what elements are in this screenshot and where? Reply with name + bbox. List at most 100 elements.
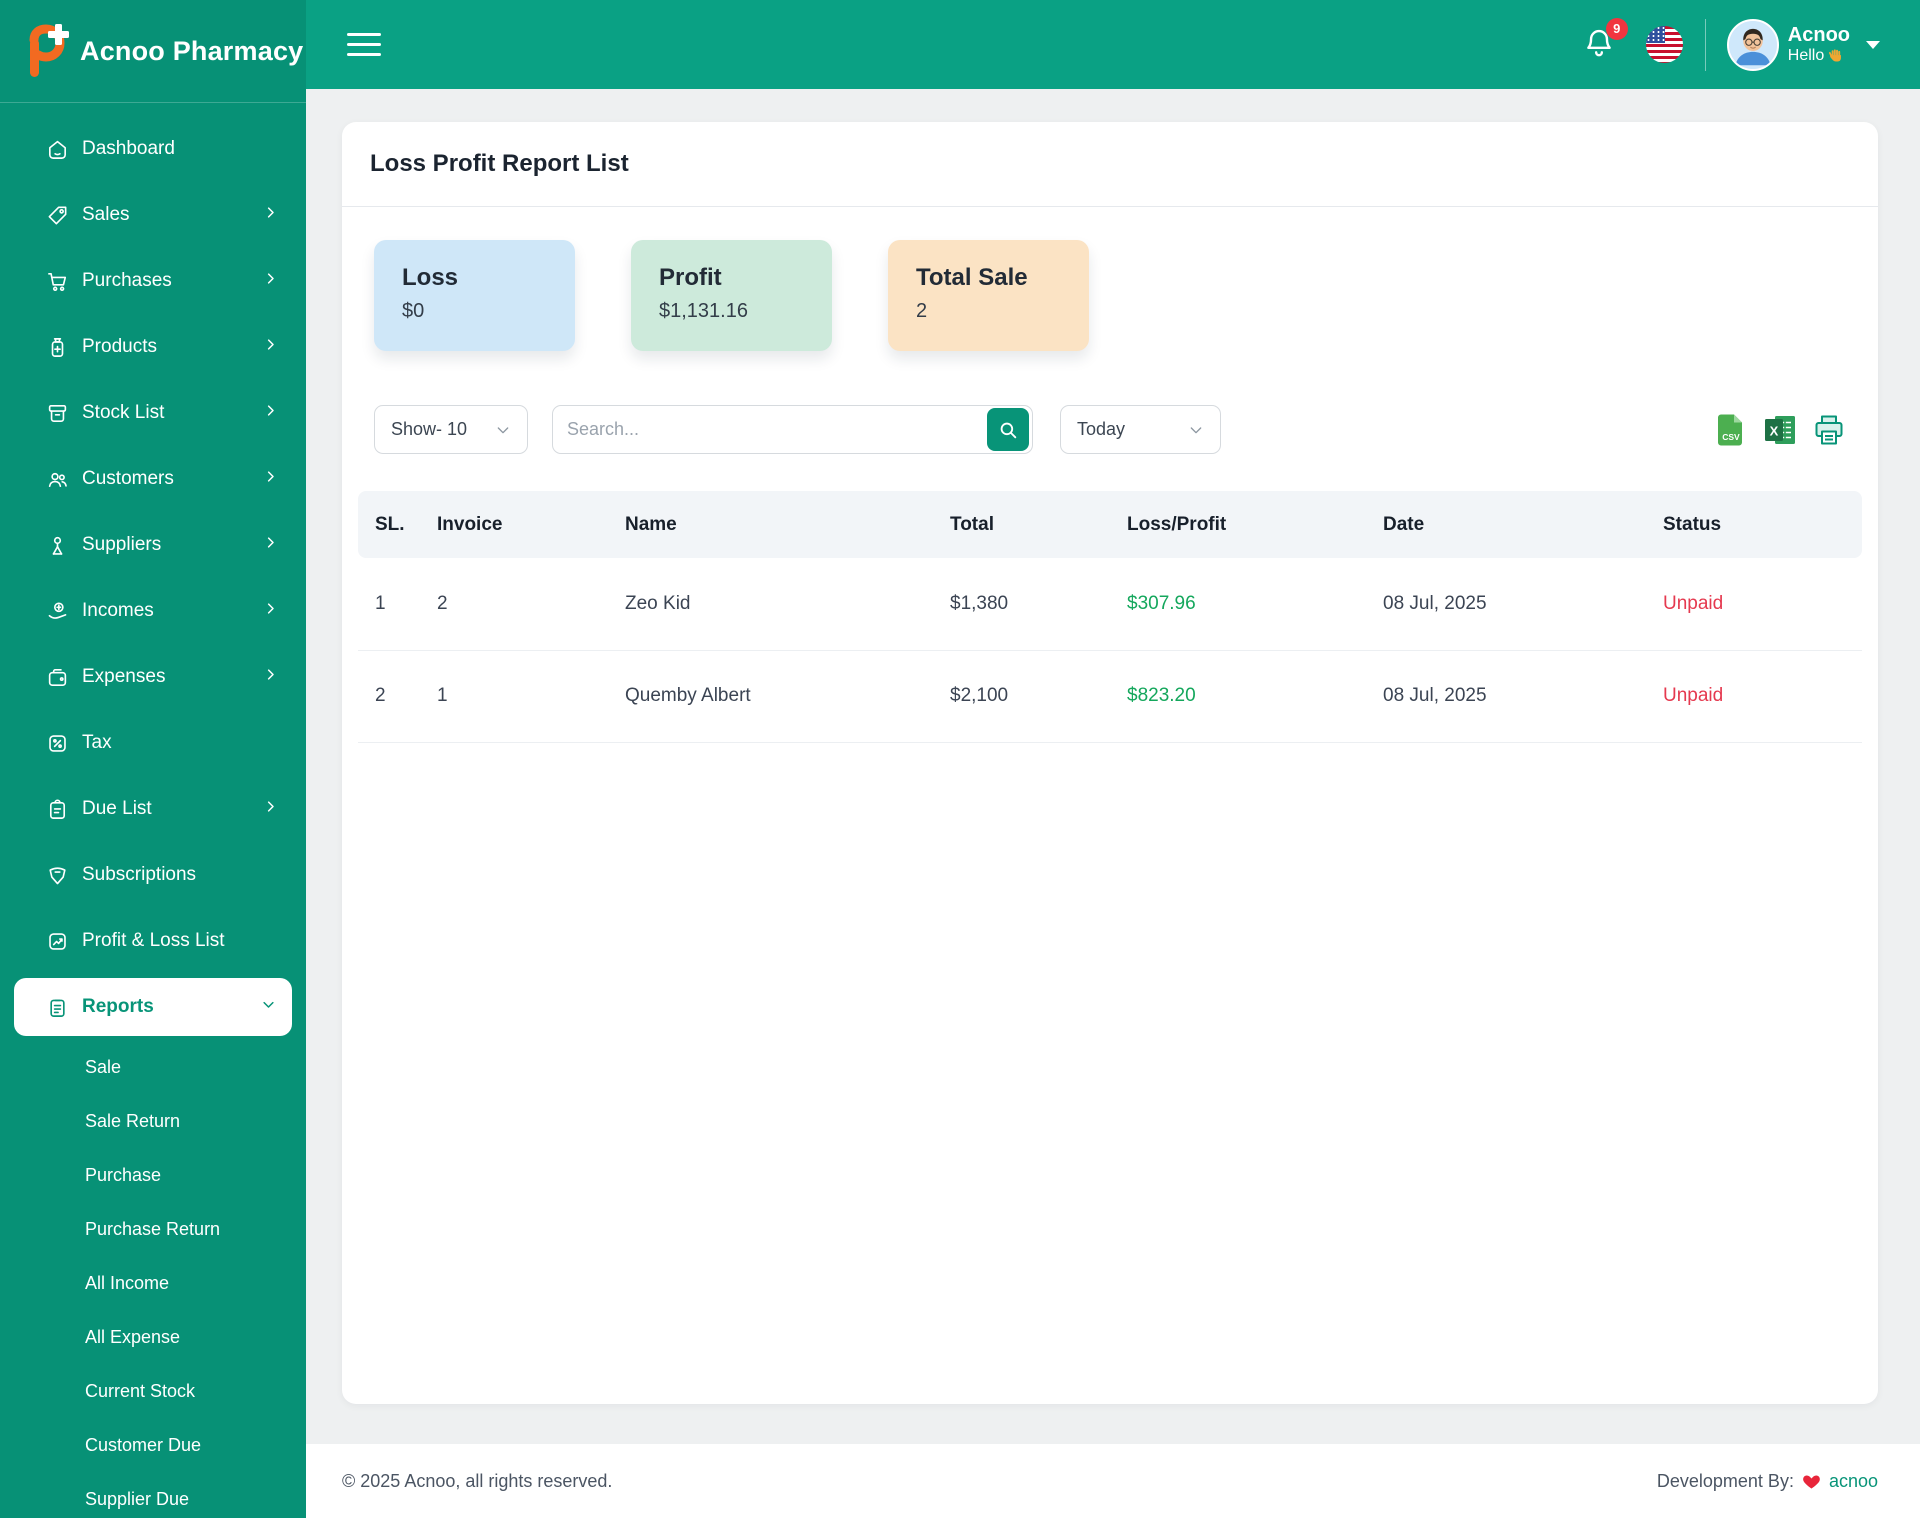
user-texts: Acnoo Hello (1788, 24, 1850, 65)
brand-logo-area[interactable]: Acnoo Pharmacy (0, 0, 306, 103)
coin-hand-icon (45, 599, 69, 623)
chevron-right-icon (263, 337, 278, 357)
export-excel-button[interactable]: X (1763, 412, 1797, 448)
sidebar-item-label: Tax (82, 732, 112, 753)
search-input[interactable] (553, 406, 987, 453)
sidebar-item-suppliers[interactable]: Suppliers (0, 512, 306, 578)
date-filter-select[interactable]: Today (1060, 405, 1221, 454)
cell-loss-profit: $307.96 (1110, 558, 1366, 651)
sidebar-item-label: Stock List (82, 402, 165, 423)
chevron-down-icon (1866, 40, 1880, 49)
chevron-right-icon (263, 667, 278, 687)
sidebar-item-profit-loss-list[interactable]: Profit & Loss List (0, 908, 306, 974)
search-button[interactable] (987, 408, 1029, 451)
table-header-row: SL. Invoice Name Total Loss/Profit Date … (358, 491, 1862, 558)
sidebar-item-tax[interactable]: Tax (0, 710, 306, 776)
column-header-name: Name (608, 491, 933, 558)
export-csv-button[interactable]: CSV (1714, 412, 1748, 448)
submenu-item-current-stock[interactable]: Current Stock (0, 1364, 306, 1418)
topbar-divider (1704, 18, 1706, 71)
printer-icon (1815, 415, 1843, 444)
archive-box-icon (45, 401, 69, 425)
column-header-loss-profit: Loss/Profit (1110, 491, 1366, 558)
sidebar-item-stock-list[interactable]: Stock List (0, 380, 306, 446)
sidebar-item-label: Reports (82, 996, 154, 1017)
sidebar-item-subscriptions[interactable]: Subscriptions (0, 842, 306, 908)
profit-value: $1,131.16 (659, 300, 748, 322)
sidebar-item-customers[interactable]: Customers (0, 446, 306, 512)
footer: © 2025 Acnoo, all rights reserved. Devel… (306, 1444, 1920, 1518)
sidebar-item-label: Subscriptions (82, 864, 197, 885)
sidebar-item-products[interactable]: Products (0, 314, 306, 380)
show-entries-value: Show- 10 (391, 419, 468, 439)
page-title: Loss Profit Report List (370, 150, 629, 177)
sidebar-item-label: Expenses (82, 666, 166, 687)
profit-summary-card: Profit $1,131.16 (631, 240, 832, 351)
sidebar-item-due-list[interactable]: Due List (0, 776, 306, 842)
sidebar-item-incomes[interactable]: Incomes (0, 578, 306, 644)
svg-text:CSV: CSV (1722, 432, 1740, 442)
cell-name: Zeo Kid (608, 558, 933, 651)
submenu-item-sale-return[interactable]: Sale Return (0, 1094, 306, 1148)
chevron-down-icon (261, 997, 276, 1017)
excel-file-icon: X (1765, 415, 1795, 444)
sidebar-item-label: Incomes (82, 600, 154, 621)
sidebar-item-label: Purchases (82, 270, 172, 291)
sidebar: Acnoo Pharmacy Dashboard Sales Purchases… (0, 0, 306, 1518)
report-table-wrap: SL. Invoice Name Total Loss/Profit Date … (342, 454, 1878, 743)
column-header-total: Total (933, 491, 1110, 558)
print-button[interactable] (1812, 412, 1846, 448)
sidebar-item-dashboard[interactable]: Dashboard (0, 116, 306, 182)
sidebar-item-label: Suppliers (82, 534, 162, 555)
sidebar-item-label: Profit & Loss List (82, 930, 225, 951)
show-entries-select[interactable]: Show- 10 (374, 405, 528, 454)
submenu-item-purchase[interactable]: Purchase (0, 1148, 306, 1202)
pharmacy-logo-icon (22, 23, 72, 79)
sidebar-item-sales[interactable]: Sales (0, 182, 306, 248)
badge-tag-icon (45, 863, 69, 887)
chevron-right-icon (263, 271, 278, 291)
language-us-flag-icon[interactable] (1645, 26, 1683, 63)
copyright-text: © 2025 Acnoo, all rights reserved. (342, 1470, 613, 1491)
submenu-item-customer-due[interactable]: Customer Due (0, 1418, 306, 1472)
cell-total: $2,100 (933, 650, 1110, 743)
magnifier-icon (1000, 422, 1017, 438)
submenu-item-purchase-return[interactable]: Purchase Return (0, 1202, 306, 1256)
card-title-row: Loss Profit Report List (342, 122, 1878, 206)
cell-sl: 2 (358, 650, 420, 743)
sidebar-item-label: Due List (82, 798, 152, 819)
chart-icon (45, 929, 69, 953)
topbar: 9 Acnoo Hello (306, 0, 1920, 89)
status-badge: Unpaid (1646, 558, 1862, 651)
column-header-sl: SL. (358, 491, 420, 558)
chevron-down-icon (497, 426, 509, 433)
wave-hand-icon (1829, 49, 1842, 62)
sidebar-item-purchases[interactable]: Purchases (0, 248, 306, 314)
total-sale-value: 2 (916, 300, 928, 322)
supplier-person-icon (45, 533, 69, 557)
sidebar-item-label: Customers (82, 468, 174, 489)
sidebar-item-expenses[interactable]: Expenses (0, 644, 306, 710)
percent-icon (45, 731, 69, 755)
acnoo-link[interactable]: acnoo (1829, 1471, 1878, 1492)
submenu-item-sale[interactable]: Sale (0, 1040, 306, 1094)
submenu-item-supplier-due[interactable]: Supplier Due (0, 1472, 306, 1518)
table-row: 2 1 Quemby Albert $2,100 $823.20 08 Jul,… (358, 650, 1862, 743)
avatar (1726, 18, 1779, 71)
reports-submenu: Sale Sale Return Purchase Purchase Retur… (0, 1040, 306, 1518)
chevron-right-icon (263, 205, 278, 225)
notifications-button[interactable]: 9 (1582, 17, 1628, 65)
main-content: Loss Profit Report List Loss $0 Profit $… (306, 0, 1920, 1444)
medicine-jar-icon (45, 335, 69, 359)
development-credit: Development By: acnoo (1657, 1471, 1878, 1492)
notification-badge: 9 (1605, 17, 1628, 40)
submenu-item-all-income[interactable]: All Income (0, 1256, 306, 1310)
sidebar-menu: Dashboard Sales Purchases Products Stock… (0, 103, 306, 1518)
submenu-item-all-expense[interactable]: All Expense (0, 1310, 306, 1364)
user-menu[interactable]: Acnoo Hello (1726, 18, 1880, 71)
hamburger-menu-button[interactable] (347, 30, 383, 60)
table-controls: Show- 10 Today CSV (342, 351, 1878, 454)
cell-loss-profit: $823.20 (1110, 650, 1366, 743)
summary-cards: Loss $0 Profit $1,131.16 Total Sale 2 (342, 207, 1878, 351)
sidebar-item-reports[interactable]: Reports (14, 978, 292, 1036)
